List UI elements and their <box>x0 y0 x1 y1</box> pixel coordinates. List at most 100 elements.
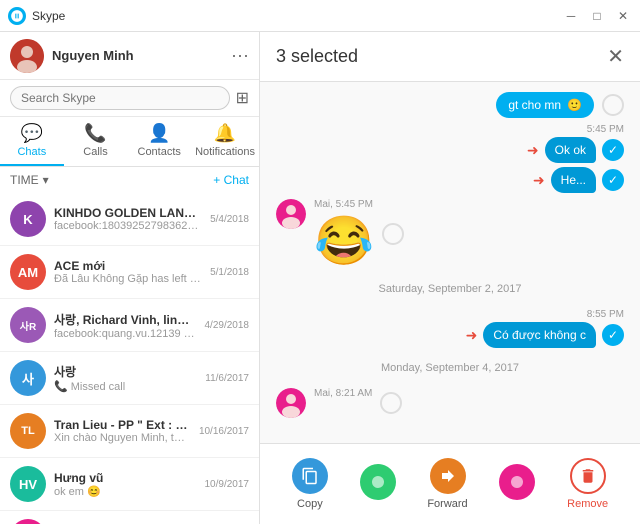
tab-notifications[interactable]: 🔔 Notifications <box>191 117 259 166</box>
chat-preview: Xin chào Nguyen Minh, tôi ... <box>54 432 191 444</box>
message-row: ➜ He... ✓ <box>533 167 624 193</box>
message-select-circle[interactable] <box>380 392 402 414</box>
message-sender: Mai, 5:45 PM <box>314 199 374 210</box>
pink-action[interactable] <box>487 460 547 508</box>
chat-name: Hưng vũ <box>54 471 197 485</box>
message-select-circle[interactable]: ✓ <box>602 169 624 191</box>
chat-list: K KINHDO GOLDEN LAND CL... facebook:1803… <box>0 193 259 524</box>
maximize-button[interactable]: □ <box>588 7 606 25</box>
time-filter[interactable]: TIME ▾ <box>10 173 49 187</box>
calls-tab-label: Calls <box>83 146 107 158</box>
close-button[interactable]: ✕ <box>614 7 632 25</box>
message-bubble: Có được không c <box>483 322 596 348</box>
message-select-circle[interactable] <box>382 223 404 245</box>
chat-time: 10/9/2017 <box>205 479 250 490</box>
chat-preview: Đã Lâu Không Gặp has left th... <box>54 273 202 285</box>
date-divider: Saturday, September 2, 2017 <box>276 283 624 295</box>
pink-action-icon <box>499 464 535 500</box>
green-action-icon <box>360 464 396 500</box>
avatar <box>276 199 306 229</box>
chat-name: Tran Lieu - PP " Ext : 126 " <box>54 418 191 432</box>
green-action[interactable] <box>348 460 408 508</box>
forward-label: Forward <box>427 498 467 510</box>
app-title: Skype <box>32 9 562 23</box>
chevron-down-icon: ▾ <box>43 173 49 187</box>
list-item[interactable]: HV Hưng vũ ok em 😊 10/9/2017 <box>0 458 259 511</box>
message-sender: Mai, 8:21 AM <box>314 388 372 399</box>
chat-time: 5/4/2018 <box>210 214 249 225</box>
grid-icon[interactable]: ⊞ <box>236 88 249 108</box>
sticker-container: Mai, 5:45 PM 😂 <box>314 199 374 269</box>
list-item[interactable]: 사 사랑 📞 Missed call 11/6/2017 <box>0 352 259 405</box>
message-select-circle[interactable]: ✓ <box>602 324 624 346</box>
chats-tab-label: Chats <box>17 146 46 158</box>
tab-chats[interactable]: 💬 Chats <box>0 117 64 166</box>
profile-name: Nguyen Minh <box>52 48 231 63</box>
message-text: Có được không c <box>493 328 586 342</box>
chat-name: ACE mới <box>54 259 202 273</box>
notifications-tab-label: Notifications <box>195 146 255 158</box>
time-label: TIME <box>10 173 39 187</box>
nav-tabs: 💬 Chats 📞 Calls 👤 Contacts 🔔 Notificatio… <box>0 117 259 167</box>
contacts-tab-icon: 👤 <box>148 123 170 144</box>
notifications-tab-icon: 🔔 <box>214 123 236 144</box>
tab-contacts[interactable]: 👤 Contacts <box>127 117 191 166</box>
titlebar: Skype ─ □ ✕ <box>0 0 640 32</box>
selected-arrow-icon: ➜ <box>533 172 545 189</box>
message-select-circle[interactable] <box>602 94 624 116</box>
avatar: 사R <box>10 307 46 343</box>
search-bar: ⊞ <box>0 80 259 117</box>
chat-preview: facebook:quang.vu.12139 h... <box>54 328 197 340</box>
chats-tab-icon: 💬 <box>21 123 43 144</box>
forward-icon <box>430 458 466 494</box>
message-group: 5:45 PM ➜ Ok ok ✓ ➜ He... ✓ <box>276 124 624 193</box>
list-item[interactable]: K KINHDO GOLDEN LAND CL... facebook:1803… <box>0 193 259 246</box>
remove-label: Remove <box>567 498 608 510</box>
chat-info: Tran Lieu - PP " Ext : 126 " Xin chào Ng… <box>54 418 191 444</box>
remove-action[interactable]: Remove <box>555 454 620 514</box>
chat-name: 사랑, Richard Vinh, linh ph... <box>54 311 197 328</box>
avatar: MM <box>10 519 46 524</box>
message-row: Mai, 8:21 AM <box>276 388 624 418</box>
profile-area: Nguyen Minh ··· <box>0 32 259 80</box>
chat-preview: ok em 😊 <box>54 485 197 498</box>
message-text: gt cho mn <box>508 98 561 112</box>
list-item[interactable]: TL Tran Lieu - PP " Ext : 126 " Xin chào… <box>0 405 259 458</box>
incoming-message-container: Mai, 8:21 AM <box>314 388 372 401</box>
chat-time: 10/16/2017 <box>199 426 249 437</box>
list-item[interactable]: 사R 사랑, Richard Vinh, linh ph... facebook… <box>0 299 259 352</box>
message-row: ➜ Có được không c ✓ <box>466 322 624 348</box>
chat-info: ACE mới Đã Lâu Không Gặp has left th... <box>54 259 202 285</box>
more-options-button[interactable]: ··· <box>231 45 249 66</box>
tab-calls[interactable]: 📞 Calls <box>64 117 128 166</box>
search-input[interactable] <box>10 86 230 110</box>
chat-time: 4/29/2018 <box>205 320 250 331</box>
chat-name: KINHDO GOLDEN LAND CL... <box>54 206 202 220</box>
list-item[interactable]: AM ACE mới Đã Lâu Không Gặp has left th.… <box>0 246 259 299</box>
message-bubble: Ok ok <box>545 137 596 163</box>
message-select-circle[interactable]: ✓ <box>602 139 624 161</box>
chat-panel: 3 selected ✕ gt cho mn 🙂 5:45 PM ➜ <box>260 32 640 524</box>
message-time: 5:45 PM <box>587 124 624 135</box>
chat-info: KINHDO GOLDEN LAND CL... facebook:180392… <box>54 206 202 232</box>
message-bubble: He... <box>551 167 596 193</box>
copy-action[interactable]: Copy <box>280 454 340 514</box>
close-selection-button[interactable]: ✕ <box>607 44 624 69</box>
selected-arrow-icon: ➜ <box>527 142 539 159</box>
message-row: gt cho mn 🙂 <box>276 92 624 118</box>
chat-time: 11/6/2017 <box>205 373 249 384</box>
forward-action[interactable]: Forward <box>415 454 479 514</box>
selection-header: 3 selected ✕ <box>260 32 640 82</box>
chat-list-header: TIME ▾ + Chat <box>0 167 259 193</box>
main-layout: Nguyen Minh ··· ⊞ 💬 Chats 📞 Calls 👤 Cont… <box>0 32 640 524</box>
calls-tab-icon: 📞 <box>84 123 106 144</box>
chat-info: 사랑 📞 Missed call <box>54 363 197 393</box>
action-bar: Copy Forward <box>260 443 640 524</box>
minimize-button[interactable]: ─ <box>562 7 580 25</box>
list-item[interactable]: MM Mai Mit Chán nhỉ 9/4/2017 <box>0 511 259 524</box>
new-chat-button[interactable]: + Chat <box>213 173 249 187</box>
emoji: 🙂 <box>567 98 582 112</box>
new-chat-label: + Chat <box>213 173 249 187</box>
avatar <box>10 39 44 73</box>
avatar: K <box>10 201 46 237</box>
